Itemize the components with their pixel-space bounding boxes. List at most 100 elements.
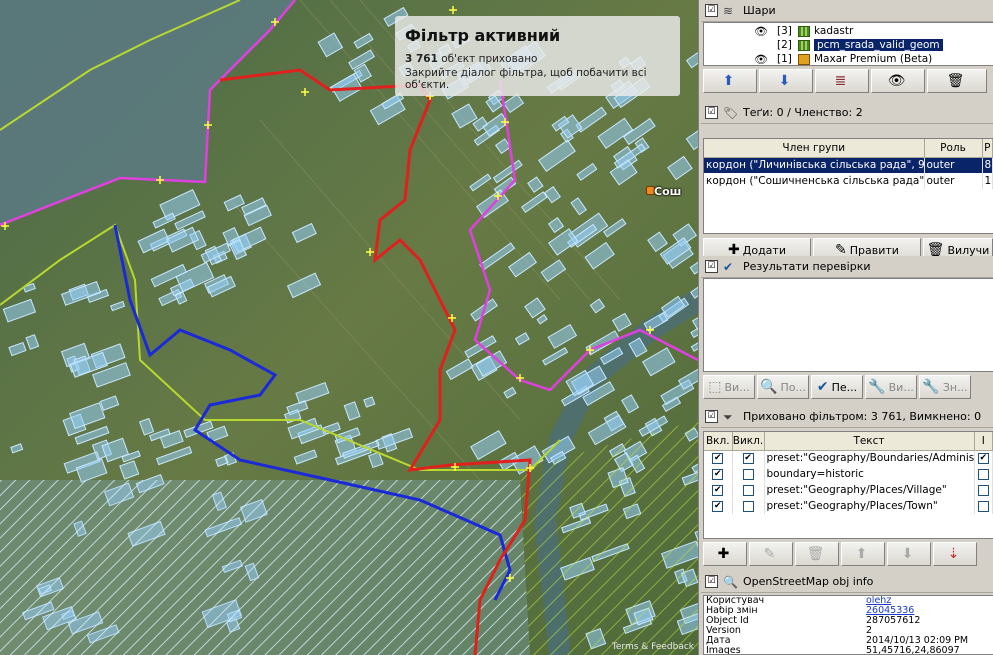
enable-checkbox[interactable]: ✔ — [712, 500, 724, 512]
disable-checkbox[interactable]: ✔ — [742, 452, 754, 464]
enable-checkbox[interactable]: ✔ — [712, 468, 724, 480]
col-member[interactable]: Член групи — [704, 139, 925, 158]
filter-row[interactable]: ✔ ✔ preset:"Geography/Boundaries/Adminis..… — [704, 450, 993, 466]
validation-ignore-button[interactable]: 🔧 Зн... — [919, 375, 971, 399]
filter-row[interactable]: ✔ boundary=historic — [704, 466, 993, 482]
layers-dialog-title[interactable]: ☑ ≋ Шари — [701, 0, 993, 22]
disable-checkbox[interactable] — [742, 484, 754, 496]
enable-cell[interactable]: ✔ — [704, 498, 733, 514]
filter-text-cell[interactable]: preset:"Geography/Boundaries/Adminis... — [764, 450, 975, 466]
col-enable[interactable]: Вкл. — [704, 432, 733, 451]
member-cell[interactable]: кордон ("Сошичненська сільська рада", ..… — [704, 173, 925, 189]
disable-cell[interactable] — [732, 498, 765, 514]
tags-title: Теґи: 0 / Членство: 2 — [743, 106, 863, 119]
minimize-toggle-icon[interactable]: ☑ — [705, 575, 718, 588]
filter-row[interactable]: ✔ preset:"Geography/Places/Village" — [704, 482, 993, 498]
move-down-button[interactable]: ⬇ — [759, 69, 813, 93]
invert-checkbox[interactable] — [977, 500, 989, 512]
validation-dialog-title[interactable]: ☑ ✔ Результати перевірки — [701, 256, 993, 278]
validation-select-button[interactable]: ⬚ Ви... — [703, 375, 755, 399]
place-label[interactable]: Сош — [654, 185, 681, 198]
objinfo-row: Користувач olehz — [704, 596, 993, 606]
merge-button[interactable]: ≣ — [815, 69, 869, 93]
magnifier-icon: 🔍 — [723, 574, 738, 589]
col-role[interactable]: Роль — [924, 139, 983, 158]
zoom-icon: 🔍 — [760, 379, 778, 395]
add-filter-button[interactable]: ✚ — [703, 542, 747, 566]
role-cell[interactable]: outer — [924, 157, 983, 173]
objinfo-value[interactable]: 26045336 — [864, 606, 974, 616]
invert-cell[interactable] — [974, 498, 993, 514]
eye-icon[interactable]: 👁 — [754, 25, 768, 38]
filter-text-cell[interactable]: preset:"Geography/Places/Village" — [764, 482, 975, 498]
invert-checkbox[interactable]: ✔ — [977, 452, 989, 464]
role-cell[interactable]: outer — [924, 173, 983, 189]
layer-name: kadastr — [814, 25, 854, 37]
invert-checkbox[interactable] — [977, 484, 989, 496]
invert-cell[interactable]: ✔ — [974, 450, 993, 466]
sort-filter-button[interactable]: ⇣ — [933, 542, 977, 566]
layer-row-maxar[interactable]: 👁 [1] Maxar Premium (Beta) — [704, 52, 993, 66]
hidden-count: 3 761 — [405, 53, 438, 65]
validation-btn-label: Ви... — [724, 380, 750, 394]
minimize-toggle-icon[interactable]: ☑ — [705, 260, 718, 273]
membership-row[interactable]: кордон ("Личинівська сільська рада", 9 .… — [704, 157, 993, 173]
delete-layer-button[interactable]: 🗑 — [927, 69, 987, 93]
objinfo-value[interactable]: olehz — [864, 596, 974, 606]
validation-zoom-button[interactable]: 🔍 По... — [757, 375, 809, 399]
validation-results-list[interactable] — [703, 278, 993, 372]
filter-text-cell[interactable]: boundary=historic — [764, 466, 975, 482]
disable-cell[interactable] — [732, 482, 765, 498]
layers-list[interactable]: 👁 [3] kadastr [2] pcm_srada_valid_geom 👁… — [703, 22, 993, 66]
membership-row[interactable]: кордон ("Сошичненська сільська рада", ..… — [704, 173, 993, 189]
filter-row[interactable]: ✔ preset:"Geography/Places/Town" — [704, 498, 993, 514]
move-filter-up-button[interactable]: ⬆ — [841, 542, 885, 566]
attribution-link[interactable]: Terms & Feedback — [612, 642, 694, 652]
tags-dialog-title[interactable]: ☑ 🏷 Теґи: 0 / Членство: 2 — [701, 102, 993, 124]
enable-cell[interactable]: ✔ — [704, 466, 733, 482]
sort-icon: ⇣ — [947, 546, 960, 562]
invert-cell[interactable] — [974, 482, 993, 498]
layer-row-kadastr[interactable]: 👁 [3] kadastr — [704, 24, 993, 38]
map-canvas[interactable] — [0, 0, 698, 655]
col-disable[interactable]: Викл. — [732, 432, 765, 451]
disable-checkbox[interactable] — [742, 500, 754, 512]
col-pos[interactable]: P — [982, 139, 993, 158]
layer-row-pcm-srada[interactable]: [2] pcm_srada_valid_geom — [704, 38, 993, 52]
map-view[interactable]: Фільтр активний 3 761 об'єкт приховано З… — [0, 0, 698, 655]
enable-cell[interactable]: ✔ — [704, 450, 733, 466]
validation-validate-button[interactable]: ✔ Пе... — [811, 375, 863, 399]
delete-label: Вилучи — [947, 243, 990, 257]
filter-dialog: ☑ ⏷ Приховано фільтром: 3 761, Вимкнено:… — [701, 406, 993, 566]
edit-label: Правити — [849, 243, 899, 257]
invert-cell[interactable] — [974, 466, 993, 482]
edit-filter-button[interactable]: ✎ — [749, 542, 793, 566]
validation-fix-button[interactable]: 🔧 Ви... — [865, 375, 917, 399]
minimize-toggle-icon[interactable]: ☑ — [705, 106, 718, 119]
visibility-button[interactable]: 👁 — [871, 69, 925, 93]
delete-filter-button[interactable]: 🗑 — [795, 542, 839, 566]
hidden-count-text: об'єкт приховано — [441, 53, 538, 65]
minimize-toggle-icon[interactable]: ☑ — [705, 410, 718, 423]
pos-cell[interactable]: 1 — [982, 173, 993, 189]
filter-text-cell[interactable]: preset:"Geography/Places/Town" — [764, 498, 975, 514]
disable-cell[interactable]: ✔ — [732, 450, 765, 466]
filter-dialog-title[interactable]: ☑ ⏷ Приховано фільтром: 3 761, Вимкнено:… — [701, 406, 993, 428]
minimize-toggle-icon[interactable]: ☑ — [705, 4, 718, 17]
member-cell[interactable]: кордон ("Личинівська сільська рада", 9 .… — [704, 157, 925, 173]
validation-btn-label: По... — [780, 380, 806, 394]
col-invert[interactable]: I — [974, 432, 993, 451]
enable-checkbox[interactable]: ✔ — [712, 484, 724, 496]
trash-icon: 🗑 — [806, 546, 825, 562]
eye-icon[interactable]: 👁 — [754, 53, 768, 66]
invert-checkbox[interactable] — [977, 468, 989, 480]
move-up-button[interactable]: ⬆ — [703, 69, 757, 93]
pos-cell[interactable]: 8 — [982, 157, 993, 173]
col-text[interactable]: Текст — [764, 432, 975, 451]
enable-checkbox[interactable]: ✔ — [712, 452, 724, 464]
disable-cell[interactable] — [732, 466, 765, 482]
move-filter-down-button[interactable]: ⬇ — [887, 542, 931, 566]
disable-checkbox[interactable] — [742, 468, 754, 480]
objinfo-dialog-title[interactable]: ☑ 🔍 OpenStreetMap obj info — [701, 571, 993, 593]
enable-cell[interactable]: ✔ — [704, 482, 733, 498]
